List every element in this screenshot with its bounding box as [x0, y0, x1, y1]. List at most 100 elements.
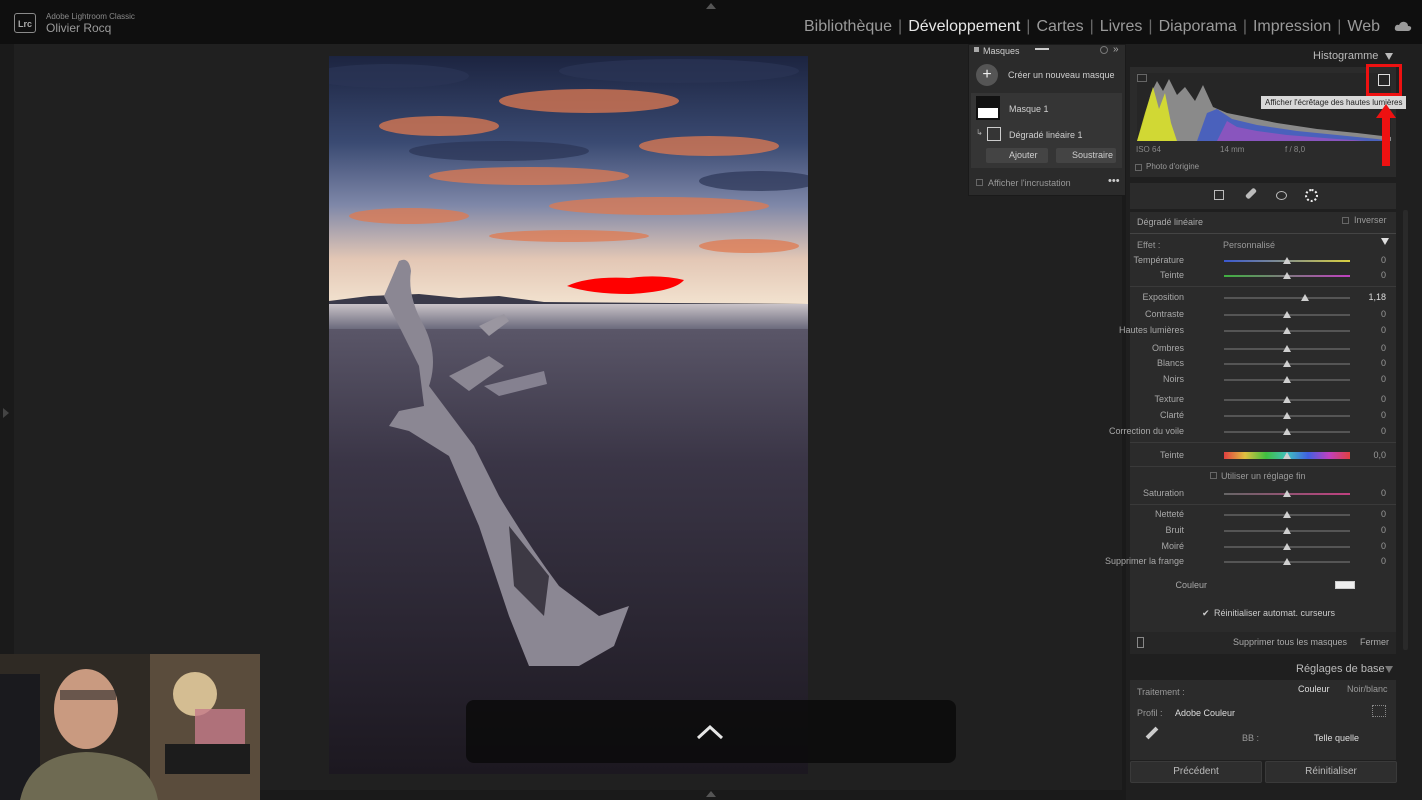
slider-label: Noirs [1162, 374, 1184, 384]
slider-thumb[interactable] [1283, 543, 1291, 550]
slider-thumb[interactable] [1283, 396, 1291, 403]
close-button[interactable]: Fermer [1360, 637, 1389, 647]
effect-collapse-icon[interactable] [1381, 238, 1389, 245]
module-2[interactable]: Cartes [1030, 18, 1089, 36]
slider-thumb[interactable] [1283, 452, 1291, 459]
slider-value[interactable]: 0 [1381, 488, 1386, 498]
original-photo-checkbox[interactable] [1135, 164, 1142, 171]
profile-browser-icon[interactable] [1372, 705, 1386, 717]
profile-dropdown[interactable]: Adobe Couleur [1175, 708, 1235, 718]
slider-value[interactable]: 0 [1381, 410, 1386, 420]
slider-value[interactable]: 0 [1381, 358, 1386, 368]
slider-thumb[interactable] [1283, 558, 1291, 565]
module-5[interactable]: Impression [1247, 18, 1337, 36]
slider-value[interactable]: 0 [1381, 309, 1386, 319]
add-label[interactable]: Ajouter [1009, 150, 1038, 160]
slider-thumb[interactable] [1283, 345, 1291, 352]
previous-button[interactable]: Précédent [1130, 761, 1262, 783]
slider-thumb[interactable] [1283, 490, 1291, 497]
slider-thumb[interactable] [1300, 294, 1309, 301]
basic-title[interactable]: Réglages de base [1296, 663, 1385, 675]
collapse-icon[interactable]: » [1113, 44, 1119, 55]
crop-icon[interactable] [1214, 190, 1224, 200]
color-option[interactable]: Couleur [1298, 684, 1330, 694]
slider-label: Contraste [1144, 309, 1184, 319]
slider-thumb[interactable] [1283, 360, 1291, 367]
component-name[interactable]: Dégradé linéaire 1 [1009, 130, 1083, 140]
fine-adjust-checkbox[interactable] [1210, 472, 1217, 479]
delete-all-masks-button[interactable]: Supprimer tous les masques [1233, 637, 1347, 647]
create-mask-button[interactable]: + [976, 64, 998, 86]
photo-preview[interactable] [329, 56, 808, 774]
user-name: Olivier Rocq [46, 21, 112, 35]
subtract-label[interactable]: Soustraire [1072, 150, 1113, 160]
slider-label: Moiré [1161, 541, 1184, 551]
slider-value[interactable]: 0 [1381, 541, 1386, 551]
module-1[interactable]: Développement [902, 18, 1026, 36]
slider-value[interactable]: 0 [1381, 426, 1386, 436]
slider-value[interactable]: 0 [1381, 556, 1386, 566]
linear-gradient-icon[interactable] [987, 127, 1001, 141]
slider-thumb[interactable] [1283, 428, 1291, 435]
slider-value[interactable]: 0 [1381, 525, 1386, 535]
cloud-icon[interactable] [1394, 21, 1412, 31]
effect-dropdown[interactable]: Personnalisé [1223, 240, 1275, 250]
color-swatch[interactable] [1335, 581, 1355, 589]
histogram-collapse-icon[interactable] [1385, 53, 1393, 60]
slider-value[interactable]: 1,18 [1368, 292, 1386, 302]
slider-thumb[interactable] [1283, 511, 1291, 518]
mask-name[interactable]: Masque 1 [1009, 104, 1049, 114]
slider-value[interactable]: 0 [1381, 374, 1386, 384]
histogram-title[interactable]: Histogramme [1313, 50, 1378, 62]
panel-grip-icon[interactable] [974, 47, 979, 52]
slider-thumb[interactable] [1283, 412, 1291, 419]
slider-label: Teinte [1159, 450, 1184, 460]
link-icon: ↳ [976, 128, 983, 137]
panel-scrollbar[interactable] [1403, 210, 1408, 650]
slider-value[interactable]: 0 [1381, 394, 1386, 404]
slider-track[interactable] [1224, 297, 1350, 299]
module-6[interactable]: Web [1341, 18, 1386, 36]
help-icon[interactable] [1100, 46, 1108, 54]
redeye-icon[interactable] [1276, 191, 1287, 200]
slider-thumb[interactable] [1283, 527, 1291, 534]
slider-thumb[interactable] [1283, 311, 1291, 318]
slider-label: Température [1133, 255, 1184, 265]
overlay-checkbox[interactable] [976, 179, 983, 186]
slider-value[interactable]: 0 [1381, 343, 1386, 353]
slider-value[interactable]: 0 [1381, 270, 1386, 280]
basic-collapse-icon[interactable] [1385, 666, 1393, 673]
iso-value: ISO 64 [1136, 145, 1161, 154]
masking-icon[interactable] [1305, 189, 1318, 202]
module-0[interactable]: Bibliothèque [798, 18, 898, 36]
reset-button[interactable]: Réinitialiser [1265, 761, 1397, 783]
mask-thumbnail[interactable] [976, 96, 1000, 120]
slider-value[interactable]: 0 [1381, 509, 1386, 519]
invert-checkbox[interactable] [1342, 217, 1349, 224]
bw-option[interactable]: Noir/blanc [1347, 684, 1388, 694]
wb-dropdown[interactable]: Telle quelle [1314, 733, 1359, 743]
filmstrip-toggle-icon[interactable] [706, 791, 716, 797]
module-4[interactable]: Diaporama [1153, 18, 1243, 36]
minimize-icon[interactable] [1035, 48, 1049, 50]
toggle-switch-icon[interactable] [1137, 637, 1144, 648]
more-options-icon[interactable]: ••• [1108, 175, 1120, 187]
slider-value[interactable]: 0,0 [1373, 450, 1386, 460]
module-picker: Bibliothèque | Développement | Cartes | Livres… [798, 18, 1386, 36]
top-panel-toggle-icon[interactable] [706, 3, 716, 9]
slider-label: Saturation [1142, 488, 1184, 498]
create-mask-label[interactable]: Créer un nouveau masque [1008, 70, 1115, 80]
slider-thumb[interactable] [1283, 376, 1291, 383]
slider-value[interactable]: 0 [1381, 255, 1386, 265]
focal-value: 14 mm [1220, 145, 1245, 154]
module-3[interactable]: Livres [1094, 18, 1149, 36]
left-panel-toggle-icon[interactable] [3, 408, 9, 418]
slider-thumb[interactable] [1283, 272, 1291, 279]
slider-value[interactable]: 0 [1381, 325, 1386, 335]
slider-thumb[interactable] [1283, 327, 1291, 334]
auto-reset-checkbox[interactable]: ✔ [1202, 608, 1210, 619]
chevron-up-icon[interactable] [696, 724, 724, 740]
slider-label: Clarté [1159, 410, 1184, 420]
shadow-clipping-icon[interactable] [1137, 74, 1147, 82]
slider-thumb[interactable] [1283, 257, 1291, 264]
